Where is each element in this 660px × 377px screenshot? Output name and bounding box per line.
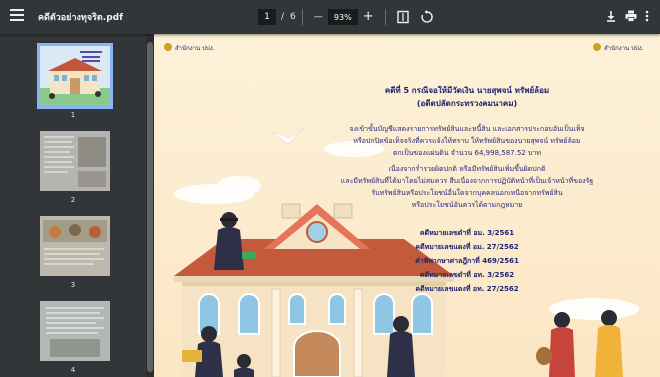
print-icon[interactable] <box>624 9 638 23</box>
thumbnail-page-2[interactable] <box>40 131 110 191</box>
thumbnail-page-4[interactable] <box>40 301 110 361</box>
scrollbar-thumb[interactable] <box>147 42 153 372</box>
case-title: คดีที่ 5 กรณีจอให้มีวัดเงิน นายสุพจน์ ทร… <box>384 86 550 95</box>
body-line: เนื่องจากร่ำรวยผิดปกติ หรือมีทรัพย์สินเพ… <box>388 165 546 173</box>
thumbnail-number: 2 <box>70 196 76 204</box>
menu-icon[interactable] <box>10 9 24 23</box>
file-title: คดีตัวอย่างทุจริต.pdf <box>38 13 123 23</box>
thumbnail-image <box>40 301 110 361</box>
body-line: รับทรัพย์สินหรือประโยชน์อื่นใดจากบุคคลนอ… <box>371 189 563 197</box>
page-number-input[interactable]: 1 <box>258 9 276 25</box>
thumbnail-image <box>40 131 110 191</box>
thumbnail-image <box>40 46 110 106</box>
thumbnail-number: 3 <box>70 281 76 289</box>
citation-line: คำพิพากษาศาลฎีกาที่ 469/2561 <box>415 257 519 265</box>
case-subtitle: (อดีตปลัดกระทรวงคมนาคม) <box>416 99 518 108</box>
toolbar-divider <box>384 9 386 25</box>
download-icon[interactable] <box>604 9 618 23</box>
rotate-icon[interactable] <box>420 10 434 24</box>
page-zoom-controls: 1 / 6 — 93% + <box>258 7 440 27</box>
citation-line: คดีหมายเลขแดงที่ อม. 27/2562 <box>415 243 519 251</box>
pdf-page-1: สำนักงาน ปปง. สำนักงาน ปปง. คดีที่ 5 กรณ… <box>154 34 660 377</box>
body-line: จงเข้าขั้นบัญชีแสดงรายการทรัพย์สินและหนี… <box>349 125 585 133</box>
thumbnail-page-1[interactable] <box>37 43 113 109</box>
logo-left-text: สำนักงาน ปปง. <box>175 45 215 52</box>
page-text-column: คดีที่ 5 กรณีจอให้มีวัดเงิน นายสุพจน์ ทร… <box>274 34 660 377</box>
thumbnail-number: 1 <box>70 111 76 119</box>
body-line: ตกเป็นของแผ่นดิน จำนวน 64,998,587.52 บาท <box>393 149 541 157</box>
zoom-input[interactable]: 93% <box>327 9 358 25</box>
thumbnail-sidebar: 1 2 3 4 <box>0 34 146 377</box>
thumbnail-image <box>40 216 110 276</box>
thumbnail-page-3[interactable] <box>40 216 110 276</box>
zoom-out-button[interactable]: — <box>314 9 323 25</box>
citation-line: คดีหมายเลขดำที่ อม. 3/2561 <box>419 229 515 237</box>
total-pages: 6 <box>290 12 296 22</box>
body-line: หรือปกปิดข้อเท็จจริงที่ควรแจ้งให้ทราบ ให… <box>353 137 581 145</box>
more-vert-icon[interactable] <box>643 9 651 23</box>
page-separator: / <box>281 12 285 22</box>
sidebar-scrollbar[interactable] <box>146 34 154 377</box>
body-line: และมีทรัพย์สินที่ได้มาโดยไม่สมควร สืบเนื… <box>340 177 594 185</box>
thumbnail-number: 4 <box>70 366 76 374</box>
fit-page-icon[interactable] <box>396 10 410 24</box>
citation-line: คดีหมายเลขแดงที่ อท. 27/2562 <box>415 285 519 293</box>
citation-line: คดีหมายเลขดำที่ อท. 3/2562 <box>419 271 515 279</box>
pdf-toolbar: คดีตัวอย่างทุจริต.pdf 1 / 6 — 93% + <box>0 0 660 34</box>
body-line: หรือประโยชน์อันควรได้ตามกฎหมาย <box>411 201 523 209</box>
toolbar-divider <box>301 9 303 25</box>
zoom-in-button[interactable]: + <box>363 9 374 25</box>
